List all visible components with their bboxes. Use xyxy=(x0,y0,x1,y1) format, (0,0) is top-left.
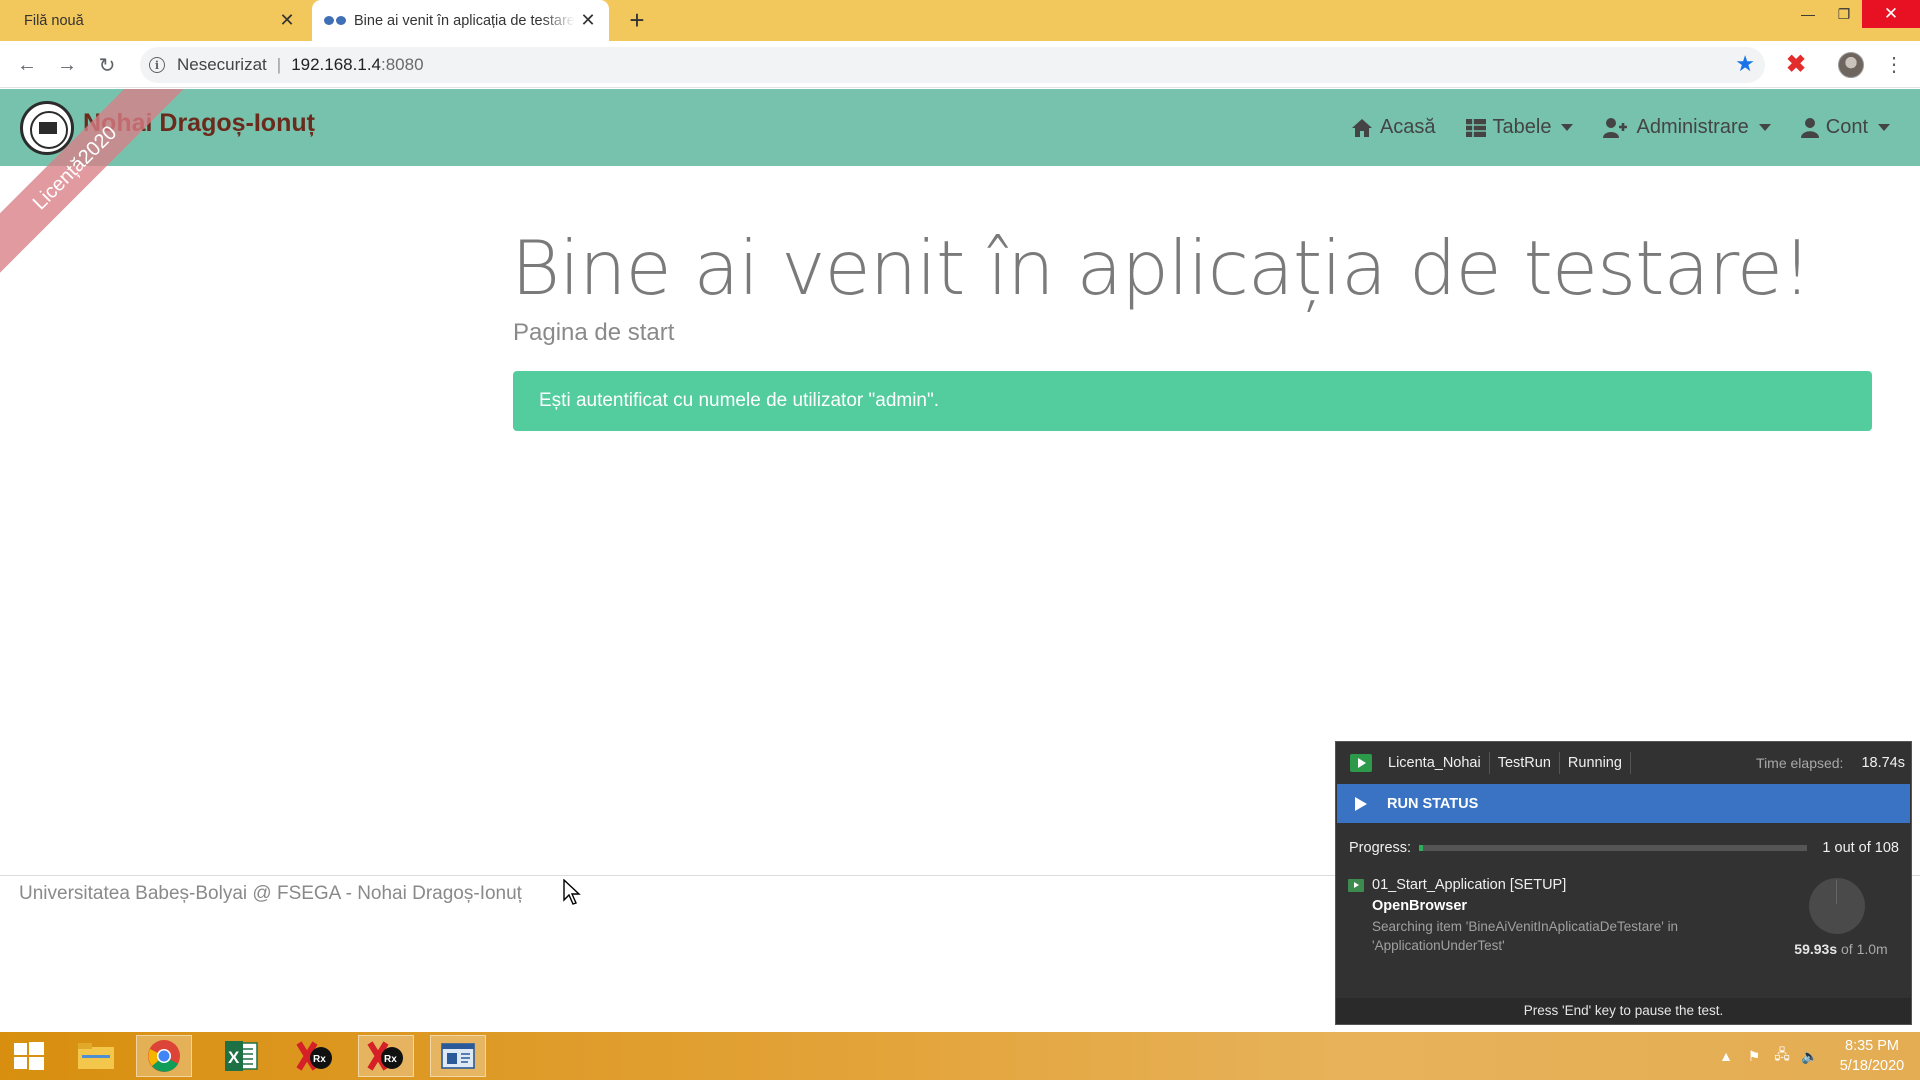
nav-menu: Acasă Tabele Administrare Cont xyxy=(1351,89,1890,166)
nav-item-label: Administrare xyxy=(1636,116,1749,138)
close-icon[interactable]: ✕ xyxy=(274,8,300,34)
clock-date: 5/18/2020 xyxy=(1839,1058,1905,1074)
progress-label: Progress: xyxy=(1349,840,1412,856)
extension-icon[interactable]: ✖ xyxy=(1782,50,1810,78)
page-subtitle: Pagina de start xyxy=(513,319,675,346)
test-runner-panel: Licenta_Nohai TestRun Running Time elaps… xyxy=(1335,741,1912,1025)
runner-header: Licenta_Nohai TestRun Running Time elaps… xyxy=(1336,742,1911,784)
run-status-bar[interactable]: RUN STATUS xyxy=(1337,784,1910,823)
svg-text:X: X xyxy=(228,1048,240,1067)
nav-item-label: Cont xyxy=(1825,116,1868,138)
progress-count: 1 out of 108 xyxy=(1822,840,1899,856)
avatar[interactable] xyxy=(1838,52,1864,78)
window-icon[interactable] xyxy=(430,1035,486,1077)
run-status-title: RUN STATUS xyxy=(1387,795,1479,812)
user-plus-icon xyxy=(1603,117,1628,138)
chevron-down-icon xyxy=(1878,124,1890,131)
table-icon xyxy=(1465,118,1486,137)
tab-new-tab[interactable]: Filă nouă ✕ xyxy=(0,0,308,41)
window-controls: — ❐ ✕ xyxy=(1790,0,1920,28)
test-module-icon xyxy=(1348,878,1364,892)
tab-strip: Filă nouă ✕ Bine ai venit în aplicația d… xyxy=(0,0,1920,41)
bookmark-star-icon[interactable]: ★ xyxy=(1735,51,1755,77)
separator: | xyxy=(276,55,282,74)
tab-title: Bine ai venit în aplicația de testare xyxy=(354,12,575,29)
progress-bar xyxy=(1419,845,1808,851)
progress-fill xyxy=(1419,845,1423,851)
tab-welcome[interactable]: Bine ai venit în aplicația de testare ✕ xyxy=(312,0,609,41)
window-close-icon[interactable]: ✕ xyxy=(1862,0,1920,28)
timeout-text: 59.93s of 1.0m xyxy=(1781,941,1901,957)
progress-row: Progress: 1 out of 108 xyxy=(1349,838,1899,858)
timeout-pie-icon xyxy=(1809,878,1865,934)
browser-toolbar: ← → ↻ i Nesecurizat | 192.168.1.4:8080 ★… xyxy=(0,41,1920,88)
file-explorer-icon[interactable] xyxy=(68,1035,124,1077)
user-icon xyxy=(1800,117,1819,138)
elapsed-value: 18.74s xyxy=(1861,755,1905,771)
runner-project: Licenta_Nohai xyxy=(1380,752,1490,774)
runner-test: TestRun xyxy=(1490,752,1560,774)
favicon-icon xyxy=(324,14,346,28)
runner-hint: Press 'End' key to pause the test. xyxy=(1336,998,1911,1024)
item-description: Searching item 'BineAiVenitInAplicatiaDe… xyxy=(1372,919,1679,953)
minimize-icon[interactable]: — xyxy=(1790,0,1826,28)
ranorex-icon[interactable]: Rx xyxy=(358,1035,414,1077)
current-test-item: 01_Start_Application [SETUP] OpenBrowser… xyxy=(1348,877,1768,955)
url-host: 192.168.1.4 xyxy=(291,55,381,74)
elapsed-label: Time elapsed: xyxy=(1756,755,1844,771)
taskbar: X Rx Rx ▲ ⚑ 🖧 🔈 8:35 PM 5/18/2020 xyxy=(0,1032,1920,1080)
timeout-indicator xyxy=(1836,880,1837,904)
volume-icon[interactable]: 🔈 xyxy=(1796,1046,1824,1066)
nav-item-label: Acasă xyxy=(1379,116,1436,138)
network-icon[interactable]: 🖧 xyxy=(1768,1046,1796,1066)
chrome-icon[interactable] xyxy=(136,1035,192,1077)
close-icon[interactable]: ✕ xyxy=(575,8,601,34)
reload-icon[interactable]: ↻ xyxy=(92,50,122,80)
svg-text:Rx: Rx xyxy=(313,1054,326,1065)
nav-item-acasa[interactable]: Acasă xyxy=(1351,116,1436,139)
home-icon xyxy=(1351,118,1372,137)
play-icon xyxy=(1355,796,1367,811)
show-hidden-icons-icon[interactable]: ▲ xyxy=(1712,1046,1740,1066)
info-icon[interactable]: i xyxy=(149,57,165,73)
forward-icon[interactable]: → xyxy=(52,50,82,80)
nav-item-administrare[interactable]: Administrare xyxy=(1603,116,1771,139)
item-action: OpenBrowser xyxy=(1372,898,1468,914)
chevron-down-icon xyxy=(1758,124,1771,131)
nav-item-tabele[interactable]: Tabele xyxy=(1465,116,1574,139)
clock-time: 8:35 PM xyxy=(1845,1038,1899,1054)
run-icon xyxy=(1350,754,1372,772)
item-name: 01_Start_Application [SETUP] xyxy=(1372,877,1567,893)
tab-title: Filă nouă xyxy=(24,12,84,29)
timer-value: 59.93s xyxy=(1794,941,1838,957)
new-tab-button[interactable]: + xyxy=(622,6,652,36)
mouse-cursor-icon xyxy=(563,879,581,905)
site-navbar: Nohai Dragoș-Ionuț Acasă Tabele Administ… xyxy=(0,89,1920,166)
footer-text: Universitatea Babeș-Bolyai @ FSEGA - Noh… xyxy=(19,883,522,904)
ranorex-icon[interactable]: Rx xyxy=(287,1035,343,1077)
security-label: Nesecurizat xyxy=(177,55,267,74)
svg-text:Rx: Rx xyxy=(384,1054,397,1065)
url-port: :8080 xyxy=(381,55,424,74)
page-title: Bine ai venit în aplicația de testare! xyxy=(511,224,1812,312)
runner-state: Running xyxy=(1560,752,1631,774)
menu-icon[interactable]: ⋮ xyxy=(1880,50,1908,78)
nav-item-cont[interactable]: Cont xyxy=(1800,116,1890,139)
nav-item-label: Tabele xyxy=(1492,116,1552,138)
chevron-down-icon xyxy=(1561,124,1574,131)
address-bar[interactable]: i Nesecurizat | 192.168.1.4:8080 ★ xyxy=(140,47,1765,83)
timer-suffix: of 1.0m xyxy=(1837,941,1888,957)
back-icon[interactable]: ← xyxy=(12,50,42,80)
action-center-flag-icon[interactable]: ⚑ xyxy=(1740,1046,1768,1066)
login-alert: Ești autentificat cu numele de utilizato… xyxy=(513,371,1872,431)
windows-start-icon[interactable] xyxy=(10,1039,48,1073)
restore-icon[interactable]: ❐ xyxy=(1826,0,1862,28)
system-tray: ▲ ⚑ 🖧 🔈 8:35 PM 5/18/2020 xyxy=(1712,1032,1920,1080)
taskbar-clock[interactable]: 8:35 PM 5/18/2020 xyxy=(1824,1036,1920,1076)
excel-icon[interactable]: X xyxy=(213,1035,269,1077)
